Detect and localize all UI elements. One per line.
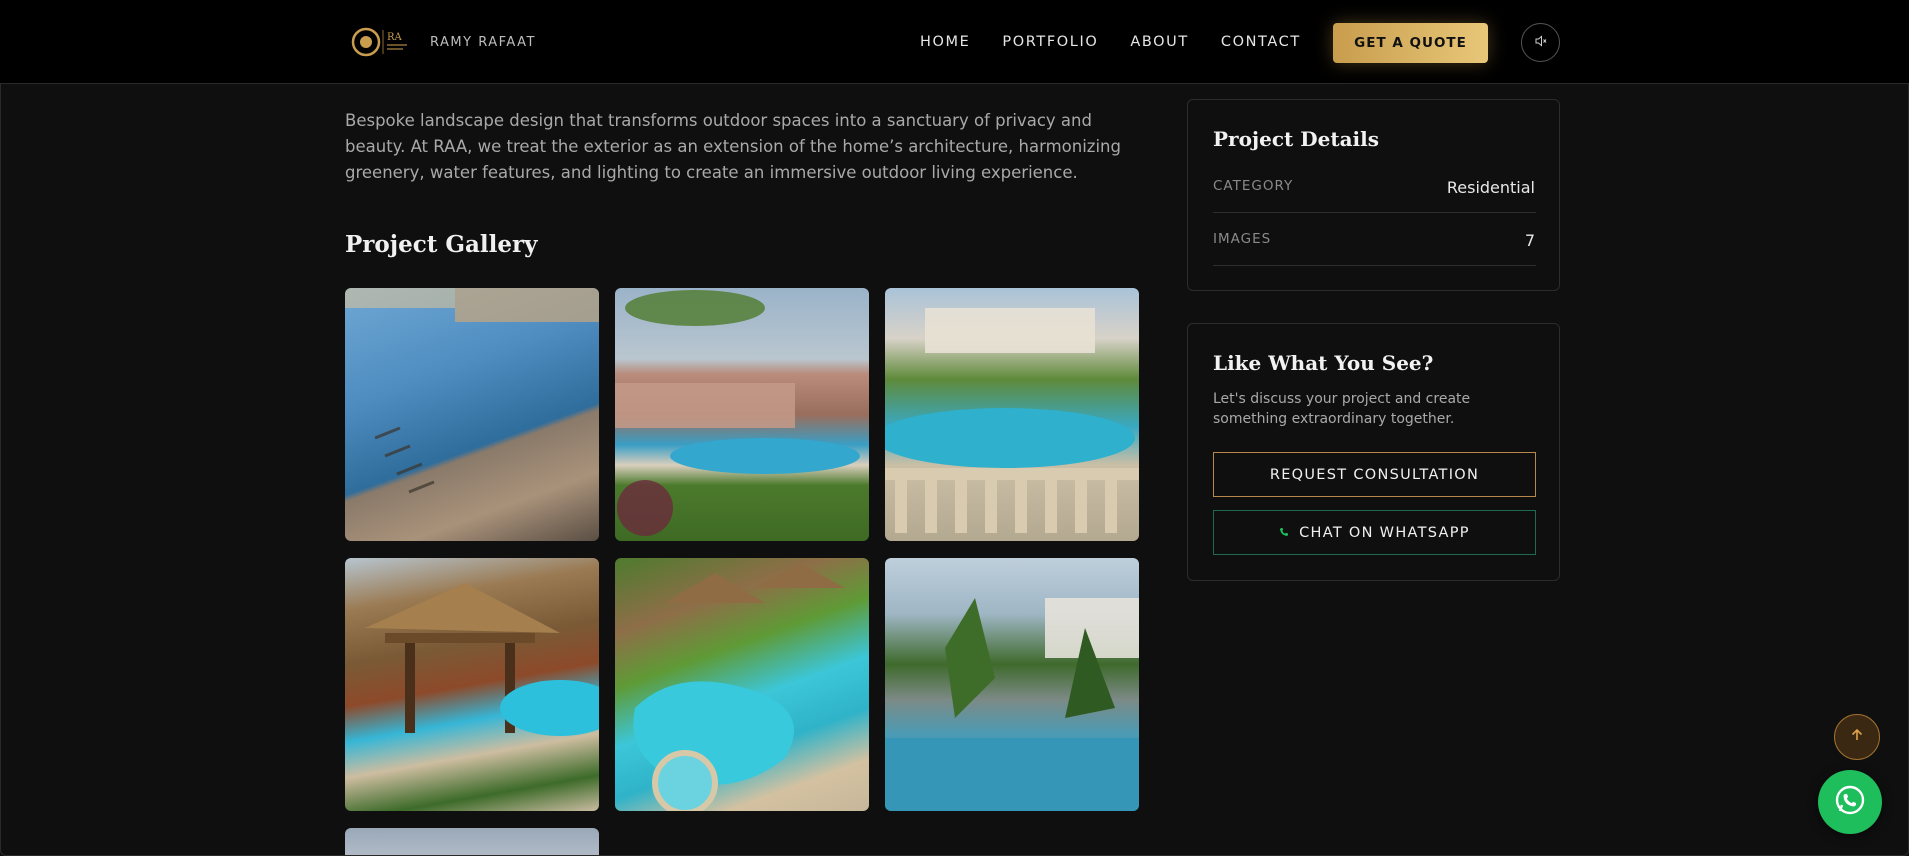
nav-contact[interactable]: CONTACT bbox=[1221, 34, 1301, 50]
nav-portfolio[interactable]: PORTFOLIO bbox=[1002, 34, 1098, 50]
project-description: Bespoke landscape design that transforms… bbox=[345, 111, 1121, 182]
details-divider bbox=[1213, 212, 1536, 213]
project-details-title: Project Details bbox=[1213, 127, 1379, 151]
gallery-image-4[interactable] bbox=[345, 558, 599, 811]
images-value: 7 bbox=[1524, 231, 1535, 250]
sound-toggle-button[interactable] bbox=[1521, 23, 1560, 62]
whatsapp-float-button[interactable] bbox=[1818, 770, 1882, 834]
brand[interactable]: RA RAMY RAFAAT bbox=[350, 26, 536, 58]
cta-text: Let's discuss your project and create so… bbox=[1213, 391, 1471, 427]
gallery-image-2[interactable] bbox=[615, 288, 869, 541]
main-menu: HOME PORTFOLIO ABOUT CONTACT bbox=[920, 0, 1301, 84]
cta-title: Like What You See? bbox=[1213, 351, 1434, 375]
gallery-image-5[interactable] bbox=[615, 558, 869, 811]
nav-home[interactable]: HOME bbox=[920, 34, 970, 50]
request-consultation-button[interactable]: REQUEST CONSULTATION bbox=[1213, 452, 1536, 497]
gallery-image-6[interactable] bbox=[885, 558, 1139, 811]
brand-logo: RA bbox=[350, 26, 414, 58]
nav-about[interactable]: ABOUT bbox=[1130, 34, 1189, 50]
images-label: IMAGES bbox=[1213, 231, 1272, 247]
scroll-to-top-button[interactable] bbox=[1834, 714, 1880, 760]
arrow-up-icon bbox=[1849, 727, 1865, 747]
phone-icon bbox=[1279, 525, 1289, 541]
chat-on-whatsapp-button[interactable]: CHAT ON WHATSAPP bbox=[1213, 510, 1536, 555]
category-label: CATEGORY bbox=[1213, 178, 1294, 194]
gallery-image-3[interactable] bbox=[885, 288, 1139, 541]
gallery-title: Project Gallery bbox=[345, 231, 538, 258]
get-a-quote-button[interactable]: GET A QUOTE bbox=[1333, 23, 1488, 63]
speaker-muted-icon bbox=[1534, 33, 1548, 52]
whatsapp-button-label: CHAT ON WHATSAPP bbox=[1299, 524, 1470, 541]
gallery-image-7[interactable] bbox=[345, 828, 599, 856]
project-details-card: Project Details CATEGORY Residential IMA… bbox=[1187, 99, 1560, 291]
svg-text:RA: RA bbox=[387, 32, 403, 43]
category-value: Residential bbox=[1446, 178, 1535, 197]
top-navbar: RA RAMY RAFAAT HOME PORTFOLIO ABOUT CONT… bbox=[0, 0, 1909, 84]
cta-card: Like What You See? Let's discuss your pr… bbox=[1187, 323, 1560, 581]
details-divider bbox=[1213, 265, 1536, 266]
gallery-image-1[interactable] bbox=[345, 288, 599, 541]
whatsapp-icon bbox=[1834, 784, 1866, 820]
brand-name: RAMY RAFAAT bbox=[430, 34, 536, 50]
